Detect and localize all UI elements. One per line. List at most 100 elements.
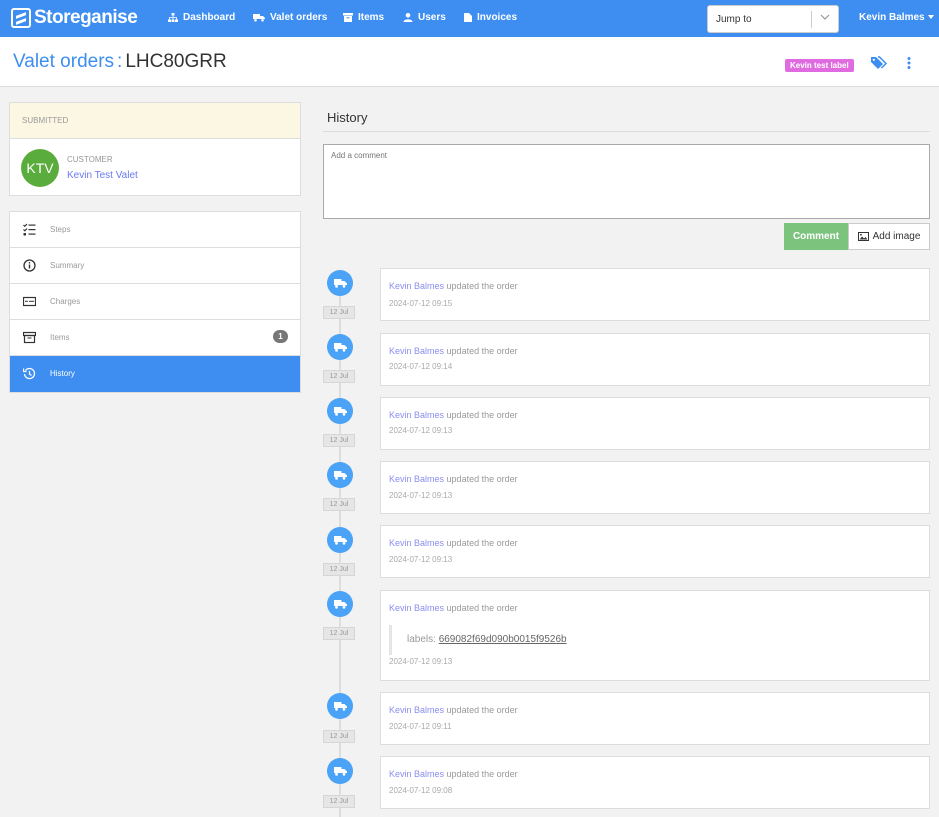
- menu-item-charges[interactable]: Charges: [10, 284, 300, 320]
- timeline-date: 12 Jul: [323, 730, 355, 743]
- entry-user-link[interactable]: Kevin Balmes: [389, 346, 444, 356]
- entry-user-link[interactable]: Kevin Balmes: [389, 474, 444, 484]
- timeline-date: 12 Jul: [323, 627, 355, 640]
- entry-user-link[interactable]: Kevin Balmes: [389, 705, 444, 715]
- user-menu[interactable]: Kevin Balmes: [859, 12, 934, 23]
- entry-text: Kevin Balmes updated the order: [389, 705, 518, 715]
- file-icon: [464, 13, 472, 22]
- page-header: Valet orders: LHC80GRR Kevin test label: [0, 37, 939, 87]
- order-side-menu: Steps Summary Charges Items 1 History: [9, 211, 301, 393]
- entry-user-link[interactable]: Kevin Balmes: [389, 769, 444, 779]
- entry-timestamp: 2024-07-12 09:13: [389, 555, 453, 564]
- add-image-label: Add image: [872, 231, 921, 242]
- menu-item-items[interactable]: Items 1: [10, 320, 300, 356]
- entry-action: updated the order: [446, 769, 518, 779]
- history-entry: Kevin Balmes updated the order 2024-07-1…: [380, 268, 930, 321]
- nav-invoices-label: Invoices: [477, 12, 518, 23]
- menu-item-steps[interactable]: Steps: [10, 212, 300, 248]
- history-entry: Kevin Balmes updated the order 2024-07-1…: [380, 692, 930, 745]
- timeline-truck-icon: [327, 270, 353, 296]
- entry-timestamp: 2024-07-12 09:13: [389, 426, 453, 435]
- entry-text: Kevin Balmes updated the order: [389, 474, 518, 484]
- entry-timestamp: 2024-07-12 09:13: [389, 657, 453, 666]
- order-label-badge[interactable]: Kevin test label: [785, 59, 854, 72]
- history-entry: Kevin Balmes updated the order 2024-07-1…: [380, 333, 930, 386]
- sitemap-icon: [168, 13, 178, 22]
- comment-button[interactable]: Comment: [784, 223, 848, 250]
- customer-label: CUSTOMER: [67, 155, 113, 164]
- entry-user-link[interactable]: Kevin Balmes: [389, 603, 444, 613]
- history-icon: [23, 367, 36, 380]
- entry-change-detail: labels: 669082f69d090b0015f9526b: [389, 625, 567, 655]
- timeline-date: 12 Jul: [323, 370, 355, 383]
- breadcrumb-valet-orders[interactable]: Valet orders: [13, 51, 114, 72]
- timeline-truck-icon: [327, 334, 353, 360]
- user-menu-name: Kevin Balmes: [859, 12, 925, 23]
- title-separator: :: [117, 51, 123, 72]
- entry-timestamp: 2024-07-12 09:15: [389, 299, 453, 308]
- info-icon: [23, 259, 36, 272]
- nav-invoices[interactable]: Invoices: [464, 12, 517, 23]
- entry-user-link[interactable]: Kevin Balmes: [389, 410, 444, 420]
- entry-action: updated the order: [446, 538, 518, 548]
- jump-to-select[interactable]: Jump to: [707, 5, 839, 33]
- timeline-truck-icon: [327, 462, 353, 488]
- order-status-card: SUBMITTED KTV CUSTOMER Kevin Test Valet: [9, 102, 301, 196]
- storeganise-logo-icon: [11, 8, 31, 28]
- entry-action: updated the order: [446, 474, 518, 484]
- avatar: KTV: [21, 149, 59, 187]
- nav-dashboard-label: Dashboard: [183, 12, 236, 23]
- caret-down-icon: [927, 15, 934, 20]
- entry-text: Kevin Balmes updated the order: [389, 281, 518, 291]
- timeline-date: 12 Jul: [323, 498, 355, 511]
- jump-to-placeholder: Jump to: [716, 14, 752, 25]
- order-id: LHC80GRR: [125, 51, 227, 72]
- timeline-truck-icon: [327, 398, 353, 424]
- items-count-badge: 1: [273, 330, 288, 343]
- history-title: History: [327, 110, 368, 125]
- nav-items[interactable]: Items: [343, 12, 384, 23]
- entry-action: updated the order: [446, 346, 518, 356]
- entry-text: Kevin Balmes updated the order: [389, 603, 518, 613]
- timeline-truck-icon: [327, 527, 353, 553]
- timeline-truck-icon: [327, 693, 353, 719]
- entry-text: Kevin Balmes updated the order: [389, 538, 518, 548]
- tags-icon[interactable]: [871, 56, 887, 70]
- entry-action: updated the order: [446, 410, 518, 420]
- nav-valet-orders-label: Valet orders: [270, 12, 328, 23]
- entry-action: updated the order: [446, 705, 518, 715]
- chevron-down-icon: [820, 14, 830, 20]
- brand[interactable]: Storeganise: [11, 7, 138, 29]
- entry-user-link[interactable]: Kevin Balmes: [389, 281, 444, 291]
- archive-icon: [343, 13, 353, 22]
- more-vertical-icon[interactable]: [906, 56, 912, 70]
- nav-valet-orders[interactable]: Valet orders: [253, 12, 327, 23]
- change-key: labels:: [407, 634, 436, 645]
- entry-user-link[interactable]: Kevin Balmes: [389, 538, 444, 548]
- menu-item-history[interactable]: History: [10, 356, 300, 392]
- entry-timestamp: 2024-07-12 09:08: [389, 786, 453, 795]
- change-value-link[interactable]: 669082f69d090b0015f9526b: [439, 634, 567, 645]
- image-icon: [857, 232, 869, 241]
- timeline-date: 12 Jul: [323, 306, 355, 319]
- menu-item-summary[interactable]: Summary: [10, 248, 300, 284]
- customer-link[interactable]: Kevin Test Valet: [67, 170, 138, 181]
- user-icon: [403, 13, 413, 22]
- entry-text: Kevin Balmes updated the order: [389, 410, 518, 420]
- truck-icon: [253, 14, 265, 22]
- menu-item-label: Items: [50, 333, 70, 342]
- history-entry: Kevin Balmes updated the order 2024-07-1…: [380, 525, 930, 578]
- nav-dashboard[interactable]: Dashboard: [168, 12, 235, 23]
- comment-input[interactable]: [323, 144, 930, 219]
- nav-users-label: Users: [418, 12, 446, 23]
- jump-to-divider: [811, 11, 812, 28]
- nav-users[interactable]: Users: [403, 12, 446, 23]
- timeline-truck-icon: [327, 591, 353, 617]
- timeline-date: 12 Jul: [323, 795, 355, 808]
- entry-timestamp: 2024-07-12 09:11: [389, 722, 452, 731]
- add-image-button[interactable]: Add image: [848, 223, 930, 250]
- entry-timestamp: 2024-07-12 09:14: [389, 362, 453, 371]
- checklist-icon: [23, 223, 36, 236]
- timeline-date: 12 Jul: [323, 434, 355, 447]
- history-divider: [323, 131, 930, 132]
